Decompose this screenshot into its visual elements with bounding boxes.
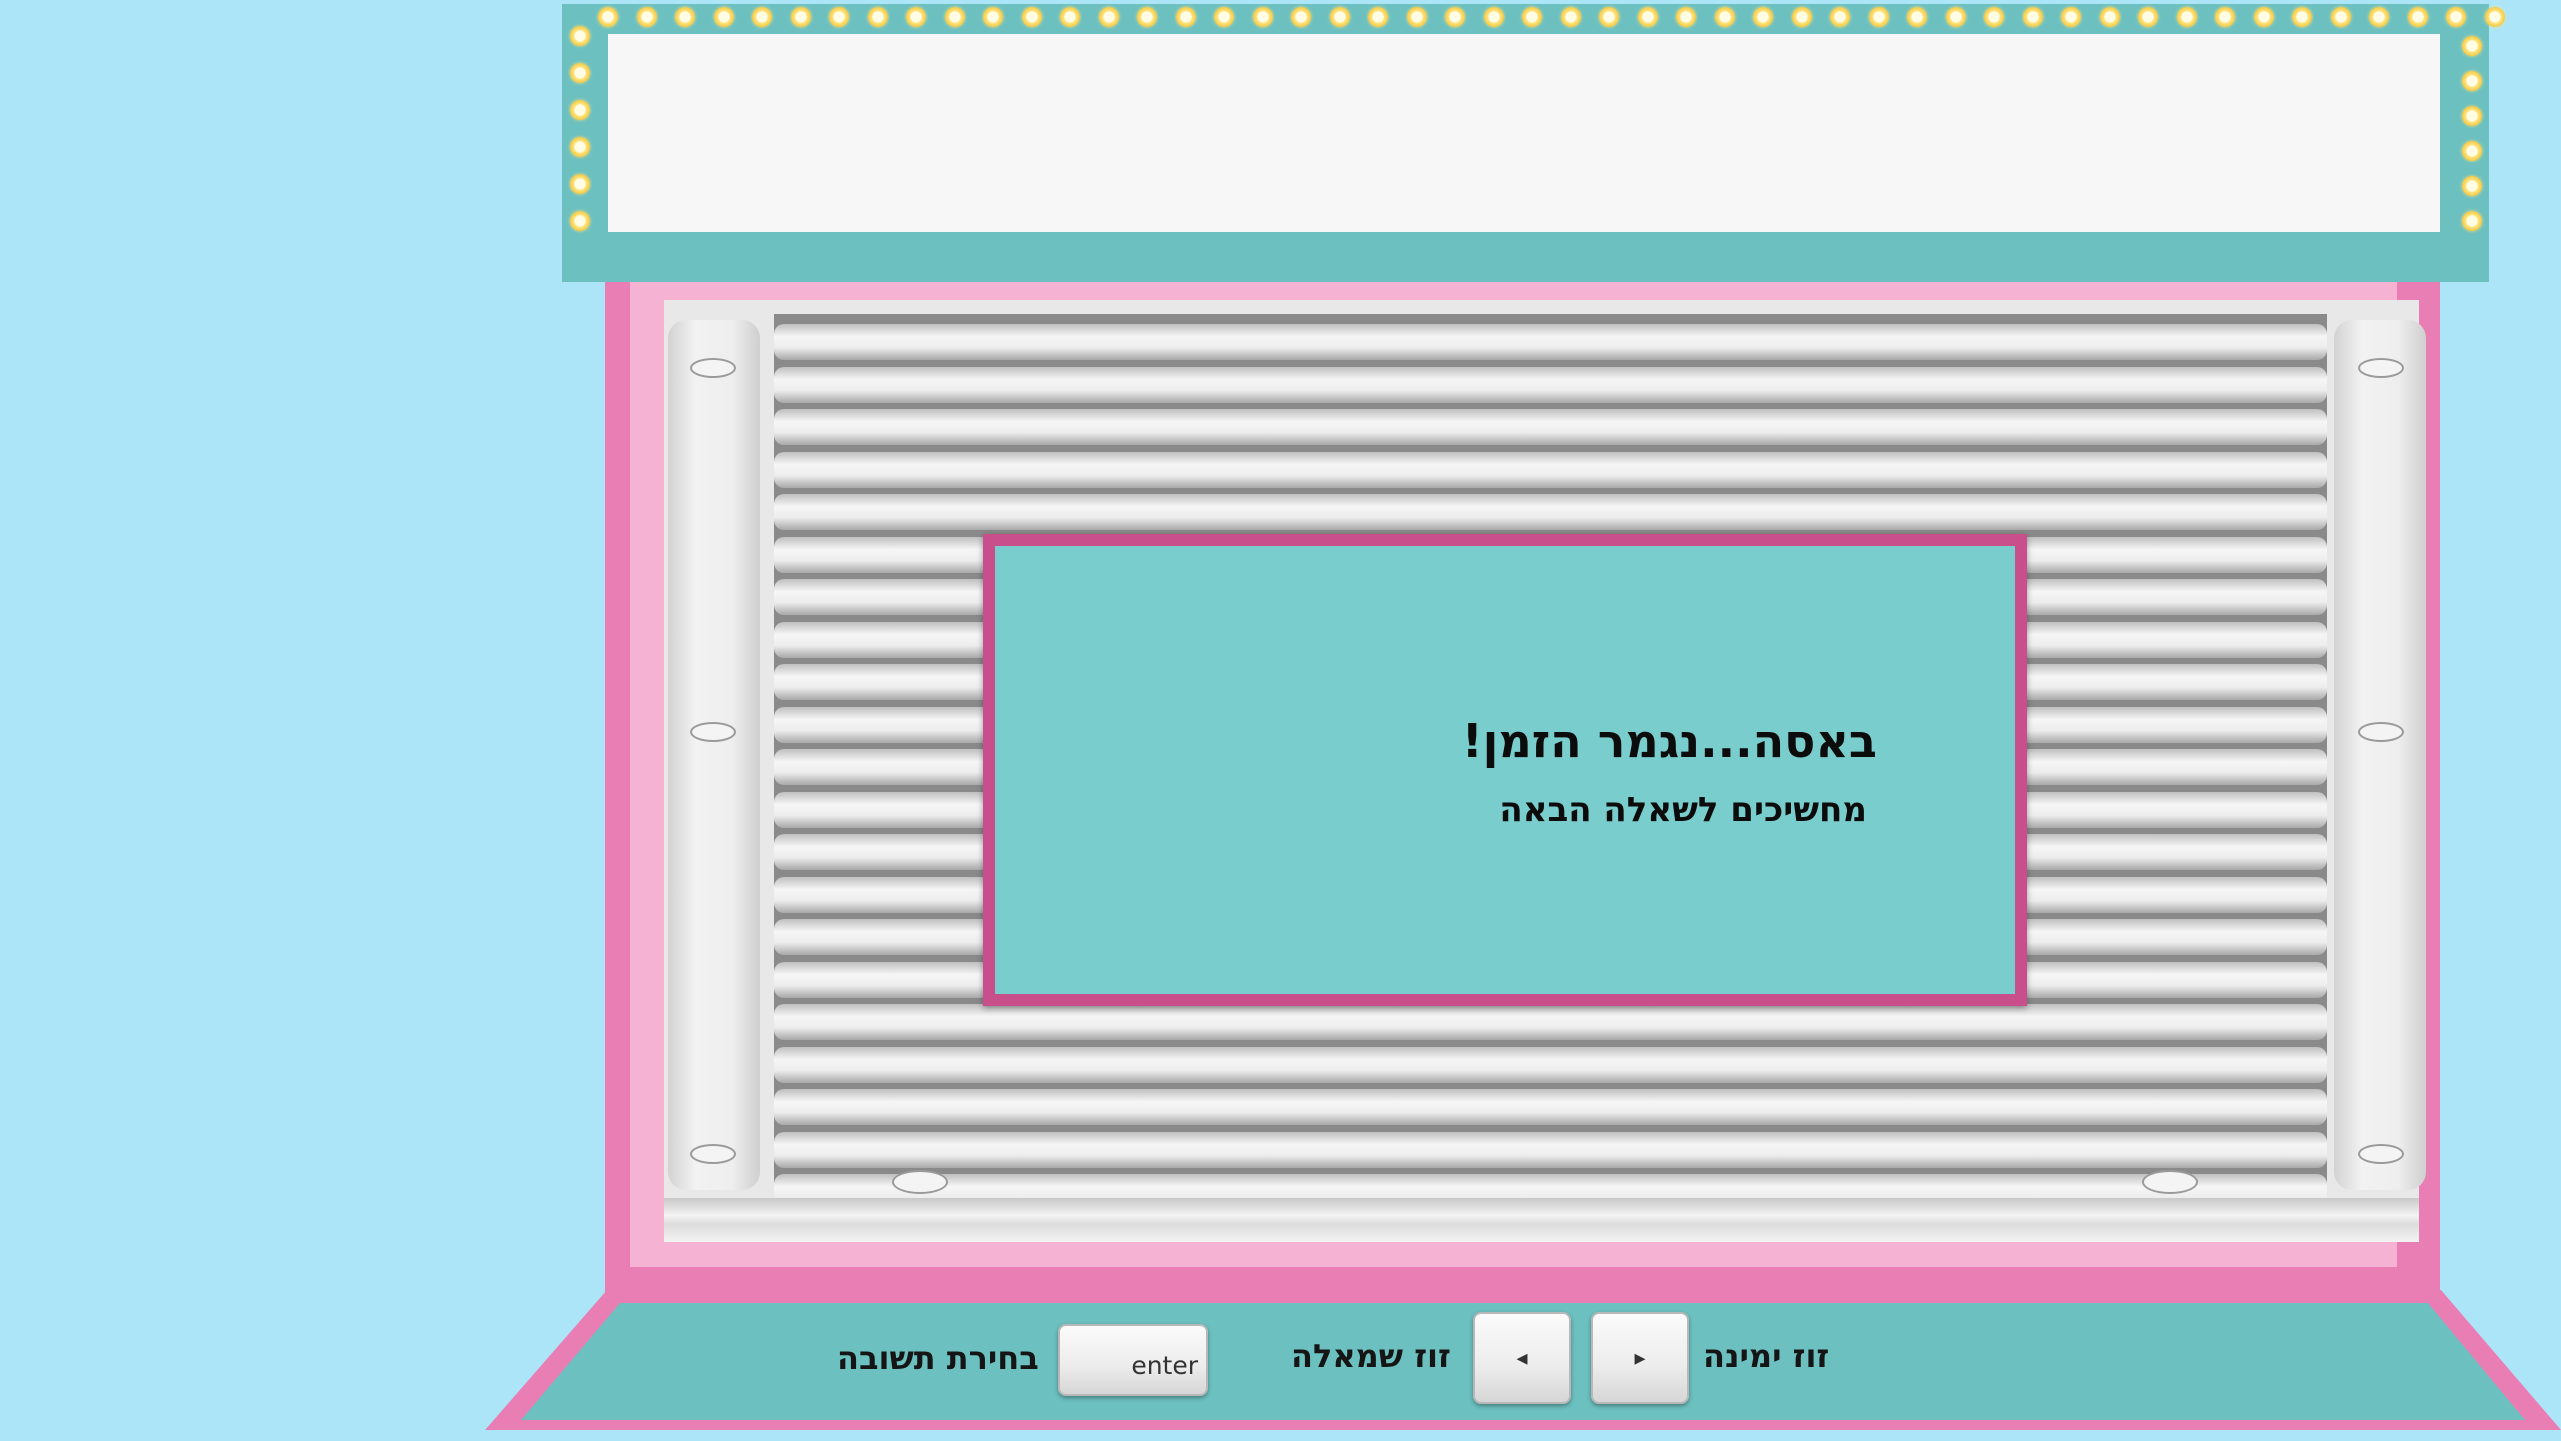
next-question-subtitle: מחשיכים לשאלה הבאה xyxy=(1499,790,1867,830)
shutter-slat xyxy=(774,409,2327,445)
light-bulb-icon xyxy=(2176,7,2197,27)
light-bulb-icon xyxy=(2253,7,2274,27)
light-bulb-icon xyxy=(1637,7,1658,27)
light-bulb-icon xyxy=(2061,7,2081,27)
play-left-icon: ◂ xyxy=(1516,1345,1528,1371)
light-bulb-icon xyxy=(1137,7,1157,27)
light-bulb-icon xyxy=(1445,7,1465,27)
light-bulb-icon xyxy=(2462,36,2482,56)
light-bulb-icon xyxy=(2215,7,2235,27)
light-bulb-icon xyxy=(1984,7,2004,27)
light-bulb-icon xyxy=(867,7,888,27)
light-bulb-icon xyxy=(2462,71,2482,91)
move-right-label: זוז ימינה xyxy=(1703,1337,1830,1375)
light-bulb-icon xyxy=(1868,7,1889,27)
light-bulb-icon xyxy=(2099,7,2120,27)
question-screen: באסה...נגמר הזמן! מחשיכים לשאלה הבאה xyxy=(995,546,2015,994)
bolt-icon xyxy=(690,358,736,378)
light-bulb-icon xyxy=(752,7,772,27)
light-bulb-icon xyxy=(2462,141,2482,161)
light-bulb-icon xyxy=(570,174,590,194)
light-bulb-icon xyxy=(570,100,590,120)
light-bulb-icon xyxy=(1214,7,1234,27)
light-bulb-icon xyxy=(1483,7,1504,27)
control-deck: זוז ימינה ▸ ◂ זוז שמאלה enter בחירת תשוב… xyxy=(485,1290,2561,1441)
bolt-icon xyxy=(2358,722,2404,742)
bolt-icon xyxy=(2358,1144,2404,1164)
left-arrow-key[interactable]: ◂ xyxy=(1473,1312,1571,1404)
play-right-icon: ▸ xyxy=(1634,1345,1646,1371)
light-bulb-icon xyxy=(906,7,926,27)
light-bulb-icon xyxy=(570,137,590,157)
marquee-screen xyxy=(608,34,2440,232)
light-bulb-icon xyxy=(983,7,1003,27)
light-bulb-icon xyxy=(570,63,590,83)
light-bulb-icon xyxy=(2369,7,2389,27)
light-bulb-icon xyxy=(1252,7,1273,27)
light-bulb-icon xyxy=(790,7,811,27)
marquee-sign xyxy=(562,4,2505,282)
light-bulb-icon xyxy=(2462,211,2482,231)
light-bulb-icon xyxy=(1753,7,1773,27)
light-bulb-icon xyxy=(2484,7,2505,27)
shutter-slat xyxy=(774,1174,2327,1198)
light-bulb-icon xyxy=(1676,7,1696,27)
enter-key[interactable]: enter xyxy=(1058,1324,1208,1396)
bolt-icon xyxy=(690,722,736,742)
light-bulb-icon xyxy=(1406,7,1427,27)
light-bulb-icon xyxy=(2462,106,2482,126)
light-bulb-icon xyxy=(2138,7,2158,27)
shutter-slat xyxy=(774,324,2327,360)
choose-answer-label: בחירת תשובה xyxy=(837,1339,1039,1377)
light-bulb-icon xyxy=(944,7,965,27)
light-bulb-icon xyxy=(1329,7,1350,27)
light-bulb-icon xyxy=(2446,7,2466,27)
light-bulb-icon xyxy=(1714,7,1735,27)
shutter-slat xyxy=(774,366,2327,403)
light-bulb-icon xyxy=(636,7,657,27)
light-bulb-icon xyxy=(1560,7,1581,27)
light-bulb-icon xyxy=(2462,176,2482,196)
shutter-slat xyxy=(774,1131,2327,1168)
light-bulb-icon xyxy=(713,7,734,27)
light-bulb-icon xyxy=(1021,7,1042,27)
shutter-slat xyxy=(774,451,2327,488)
light-bulb-icon xyxy=(1522,7,1542,27)
light-bulb-icon xyxy=(675,7,695,27)
question-panel: באסה...נגמר הזמן! מחשיכים לשאלה הבאה xyxy=(983,534,2027,1006)
move-left-label: זוז שמאלה xyxy=(1291,1337,1451,1375)
shutter-slat xyxy=(774,1046,2327,1083)
right-shutter-post xyxy=(2334,320,2426,1190)
light-bulb-icon xyxy=(1175,7,1196,27)
bolt-icon xyxy=(2358,358,2404,378)
bolt-icon xyxy=(690,1144,736,1164)
light-bulb-icon xyxy=(570,211,590,231)
light-bulb-icon xyxy=(1368,7,1388,27)
shutter-slat xyxy=(774,1089,2327,1125)
light-bulb-icon xyxy=(1830,7,1850,27)
light-bulb-icon xyxy=(1060,7,1080,27)
light-bulb-icon xyxy=(598,7,618,27)
light-bulb-icon xyxy=(1791,7,1812,27)
light-bulb-icon xyxy=(1291,7,1311,27)
shutter-bottom-rails xyxy=(664,1198,2419,1242)
shutter-slat xyxy=(774,494,2327,530)
bolt-icon xyxy=(892,1170,948,1194)
light-bulb-icon xyxy=(2407,7,2428,27)
light-bulb-icon xyxy=(2022,7,2043,27)
light-bulb-icon xyxy=(1907,7,1927,27)
enter-key-label: enter xyxy=(1131,1350,1198,1380)
left-shutter-post xyxy=(668,320,760,1190)
right-arrow-key[interactable]: ▸ xyxy=(1591,1312,1689,1404)
light-bulb-icon xyxy=(1098,7,1119,27)
light-bulb-icon xyxy=(1945,7,1966,27)
light-bulb-icon xyxy=(2292,7,2312,27)
light-bulb-icon xyxy=(1599,7,1619,27)
shutter-slat xyxy=(774,1004,2327,1040)
bolt-icon xyxy=(2142,1170,2198,1194)
light-bulb-icon xyxy=(570,26,590,46)
light-bulb-icon xyxy=(2330,7,2351,27)
light-bulb-icon xyxy=(829,7,849,27)
time-up-title: באסה...נגמר הזמן! xyxy=(1461,714,1877,768)
